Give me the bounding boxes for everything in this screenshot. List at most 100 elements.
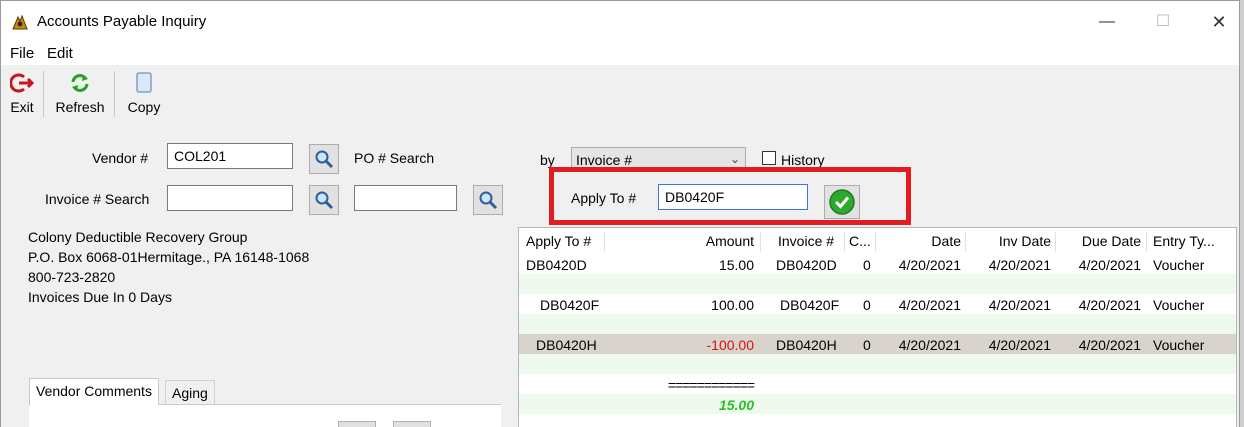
apply-ok-button[interactable] xyxy=(824,185,860,219)
po-search-button[interactable] xyxy=(473,185,503,215)
copy-label: Copy xyxy=(127,99,161,115)
row-band xyxy=(519,354,1236,374)
title-bar: Accounts Payable Inquiry — ☐ ✕ xyxy=(1,1,1239,41)
cell-date: 4/20/2021 xyxy=(898,337,961,353)
col-inv-date[interactable]: Inv Date xyxy=(969,233,1051,249)
po-search-label: PO # Search xyxy=(354,150,435,166)
cell-date: 4/20/2021 xyxy=(898,297,961,313)
close-button[interactable]: ✕ xyxy=(1196,7,1242,37)
col-divider xyxy=(875,232,876,252)
total-row: 15.00 xyxy=(519,395,1236,415)
invoice-search-label: Invoice # Search xyxy=(45,191,150,207)
cell-apply-to: DB0420F xyxy=(540,297,600,313)
col-due-date[interactable]: Due Date xyxy=(1059,233,1141,249)
col-c[interactable]: C... xyxy=(849,233,871,249)
cell-due-date: 4/20/2021 xyxy=(1078,297,1141,313)
vendor-label: Vendor # xyxy=(92,150,149,166)
cell-inv-date: 4/20/2021 xyxy=(988,257,1051,273)
row-band xyxy=(519,274,1236,294)
exit-button[interactable]: Exit xyxy=(7,71,37,119)
col-divider xyxy=(1055,232,1056,252)
cell-due-date: 4/20/2021 xyxy=(1078,257,1141,273)
exit-icon xyxy=(10,73,34,93)
cell-c: 0 xyxy=(863,337,871,353)
col-divider xyxy=(844,232,845,252)
po-search-input[interactable] xyxy=(354,185,457,211)
cell-inv-date: 4/20/2021 xyxy=(988,297,1051,313)
cell-apply-to: DB0420H xyxy=(536,337,597,353)
cell-apply-to: DB0420D xyxy=(526,257,587,273)
panel-button[interactable] xyxy=(393,421,431,427)
cell-c: 0 xyxy=(863,257,871,273)
total-rule: ============ xyxy=(667,377,755,393)
cell-amount: 15.00 xyxy=(718,257,754,273)
col-divider xyxy=(604,232,605,252)
col-divider xyxy=(760,232,761,252)
invoice-grid[interactable]: Apply To # Amount Invoice # C... Date In… xyxy=(518,227,1237,427)
cell-entry-type: Voucher xyxy=(1153,297,1205,313)
search-icon xyxy=(315,191,334,210)
exit-label: Exit xyxy=(10,99,34,115)
vendor-address: P.O. Box 6068-01Hermitage., PA 16148-106… xyxy=(28,249,310,265)
table-row[interactable]: DB0420H -100.00 DB0420H 0 4/20/2021 4/20… xyxy=(519,335,1236,355)
col-entry-type[interactable]: Entry Ty... xyxy=(1153,233,1215,249)
total-amount: 15.00 xyxy=(718,397,754,413)
table-row[interactable]: DB0420F 100.00 DB0420F 0 4/20/2021 4/20/… xyxy=(519,295,1236,315)
table-row[interactable]: DB0420D 15.00 DB0420D 0 4/20/2021 4/20/2… xyxy=(519,255,1236,275)
toolbar-separator xyxy=(114,71,115,117)
app-window: Accounts Payable Inquiry — ☐ ✕ File Edit… xyxy=(0,0,1240,427)
refresh-icon xyxy=(70,73,90,93)
app-icon xyxy=(12,14,28,30)
panel-button[interactable] xyxy=(338,421,376,427)
cell-c: 0 xyxy=(863,297,871,313)
grid-header: Apply To # Amount Invoice # C... Date In… xyxy=(519,228,1236,254)
menu-edit[interactable]: Edit xyxy=(47,45,73,62)
cell-date: 4/20/2021 xyxy=(898,257,961,273)
toolbar-separator xyxy=(43,71,44,117)
cell-entry-type: Voucher xyxy=(1153,257,1205,273)
chevron-down-icon: ⌄ xyxy=(729,152,740,166)
col-invoice[interactable]: Invoice # xyxy=(778,233,834,249)
cell-inv-date: 4/20/2021 xyxy=(988,337,1051,353)
history-checkbox[interactable] xyxy=(762,151,776,165)
copy-icon xyxy=(136,72,152,93)
invoice-search-button[interactable] xyxy=(309,185,339,215)
apply-to-input[interactable] xyxy=(658,184,808,210)
vendor-phone: 800-723-2820 xyxy=(28,269,116,285)
refresh-button[interactable]: Refresh xyxy=(51,71,109,119)
cell-amount: -100.00 xyxy=(706,337,754,353)
cell-amount: 100.00 xyxy=(711,297,754,313)
col-divider xyxy=(1146,232,1147,252)
menu-file[interactable]: File xyxy=(10,45,34,62)
minimize-button[interactable]: — xyxy=(1084,7,1130,37)
col-apply-to[interactable]: Apply To # xyxy=(526,233,591,249)
history-label: History xyxy=(781,152,825,168)
ok-check-icon xyxy=(829,189,855,215)
search-icon xyxy=(315,150,334,169)
col-divider xyxy=(965,232,966,252)
maximize-button[interactable]: ☐ xyxy=(1140,7,1186,37)
total-rule-row: ============ xyxy=(519,375,1236,395)
vendor-name: Colony Deductible Recovery Group xyxy=(28,229,248,245)
cell-invoice: DB0420H xyxy=(776,337,837,353)
refresh-label: Refresh xyxy=(55,99,105,115)
cell-due-date: 4/20/2021 xyxy=(1078,337,1141,353)
copy-button[interactable]: Copy xyxy=(123,71,165,119)
row-band xyxy=(519,314,1236,334)
toolbar: Exit Refresh Copy xyxy=(1,65,1239,121)
col-amount[interactable]: Amount xyxy=(669,233,754,249)
vendor-search-button[interactable] xyxy=(309,144,339,174)
apply-to-label: Apply To # xyxy=(571,190,637,206)
col-date[interactable]: Date xyxy=(879,233,961,249)
search-icon xyxy=(479,191,498,210)
tab-aging[interactable]: Aging xyxy=(165,380,215,405)
cell-entry-type: Voucher xyxy=(1153,337,1205,353)
tab-vendor-comments[interactable]: Vendor Comments xyxy=(29,378,159,405)
invoice-search-input[interactable] xyxy=(167,185,293,211)
window-title: Accounts Payable Inquiry xyxy=(37,13,207,30)
vendor-input[interactable] xyxy=(167,143,293,169)
cell-invoice: DB0420F xyxy=(780,297,840,313)
by-label: by xyxy=(540,152,555,168)
menu-bar: File Edit xyxy=(1,41,1239,65)
search-by-value: Invoice # xyxy=(576,152,633,168)
